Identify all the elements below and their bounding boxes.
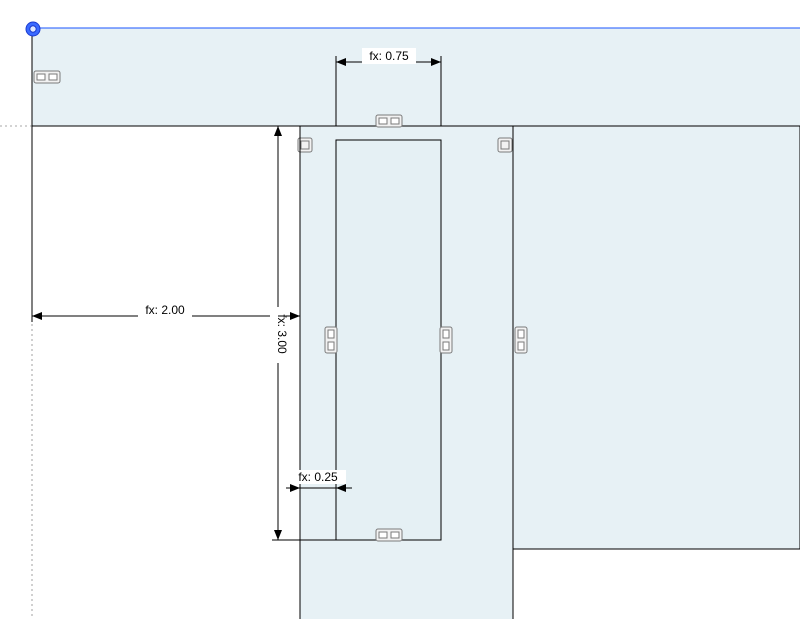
sketch-origin-point[interactable] [26, 22, 40, 36]
coincident-icon[interactable] [498, 138, 512, 152]
dimension-label[interactable]: fx: 0.25 [298, 470, 338, 484]
constraint-icon[interactable] [440, 327, 452, 353]
sketch-canvas[interactable]: fx: 0.75 fx: 2.00 fx: 0.25 fx: 3.00 [0, 0, 800, 619]
face-mid[interactable] [336, 140, 441, 540]
dimension-label[interactable]: fx: 0.75 [369, 49, 409, 63]
dimension-2-00[interactable]: fx: 2.00 [32, 126, 300, 322]
constraint-icon[interactable] [515, 327, 527, 353]
constraint-icon[interactable] [376, 115, 402, 127]
constraint-icon[interactable] [34, 71, 60, 83]
constraint-icon[interactable] [325, 327, 337, 353]
face-top[interactable] [32, 28, 800, 126]
dimension-label[interactable]: fx: 2.00 [145, 303, 185, 317]
face-right[interactable] [513, 126, 800, 549]
dimension-label[interactable]: fx: 3.00 [275, 314, 289, 354]
constraint-icon[interactable] [376, 529, 402, 541]
